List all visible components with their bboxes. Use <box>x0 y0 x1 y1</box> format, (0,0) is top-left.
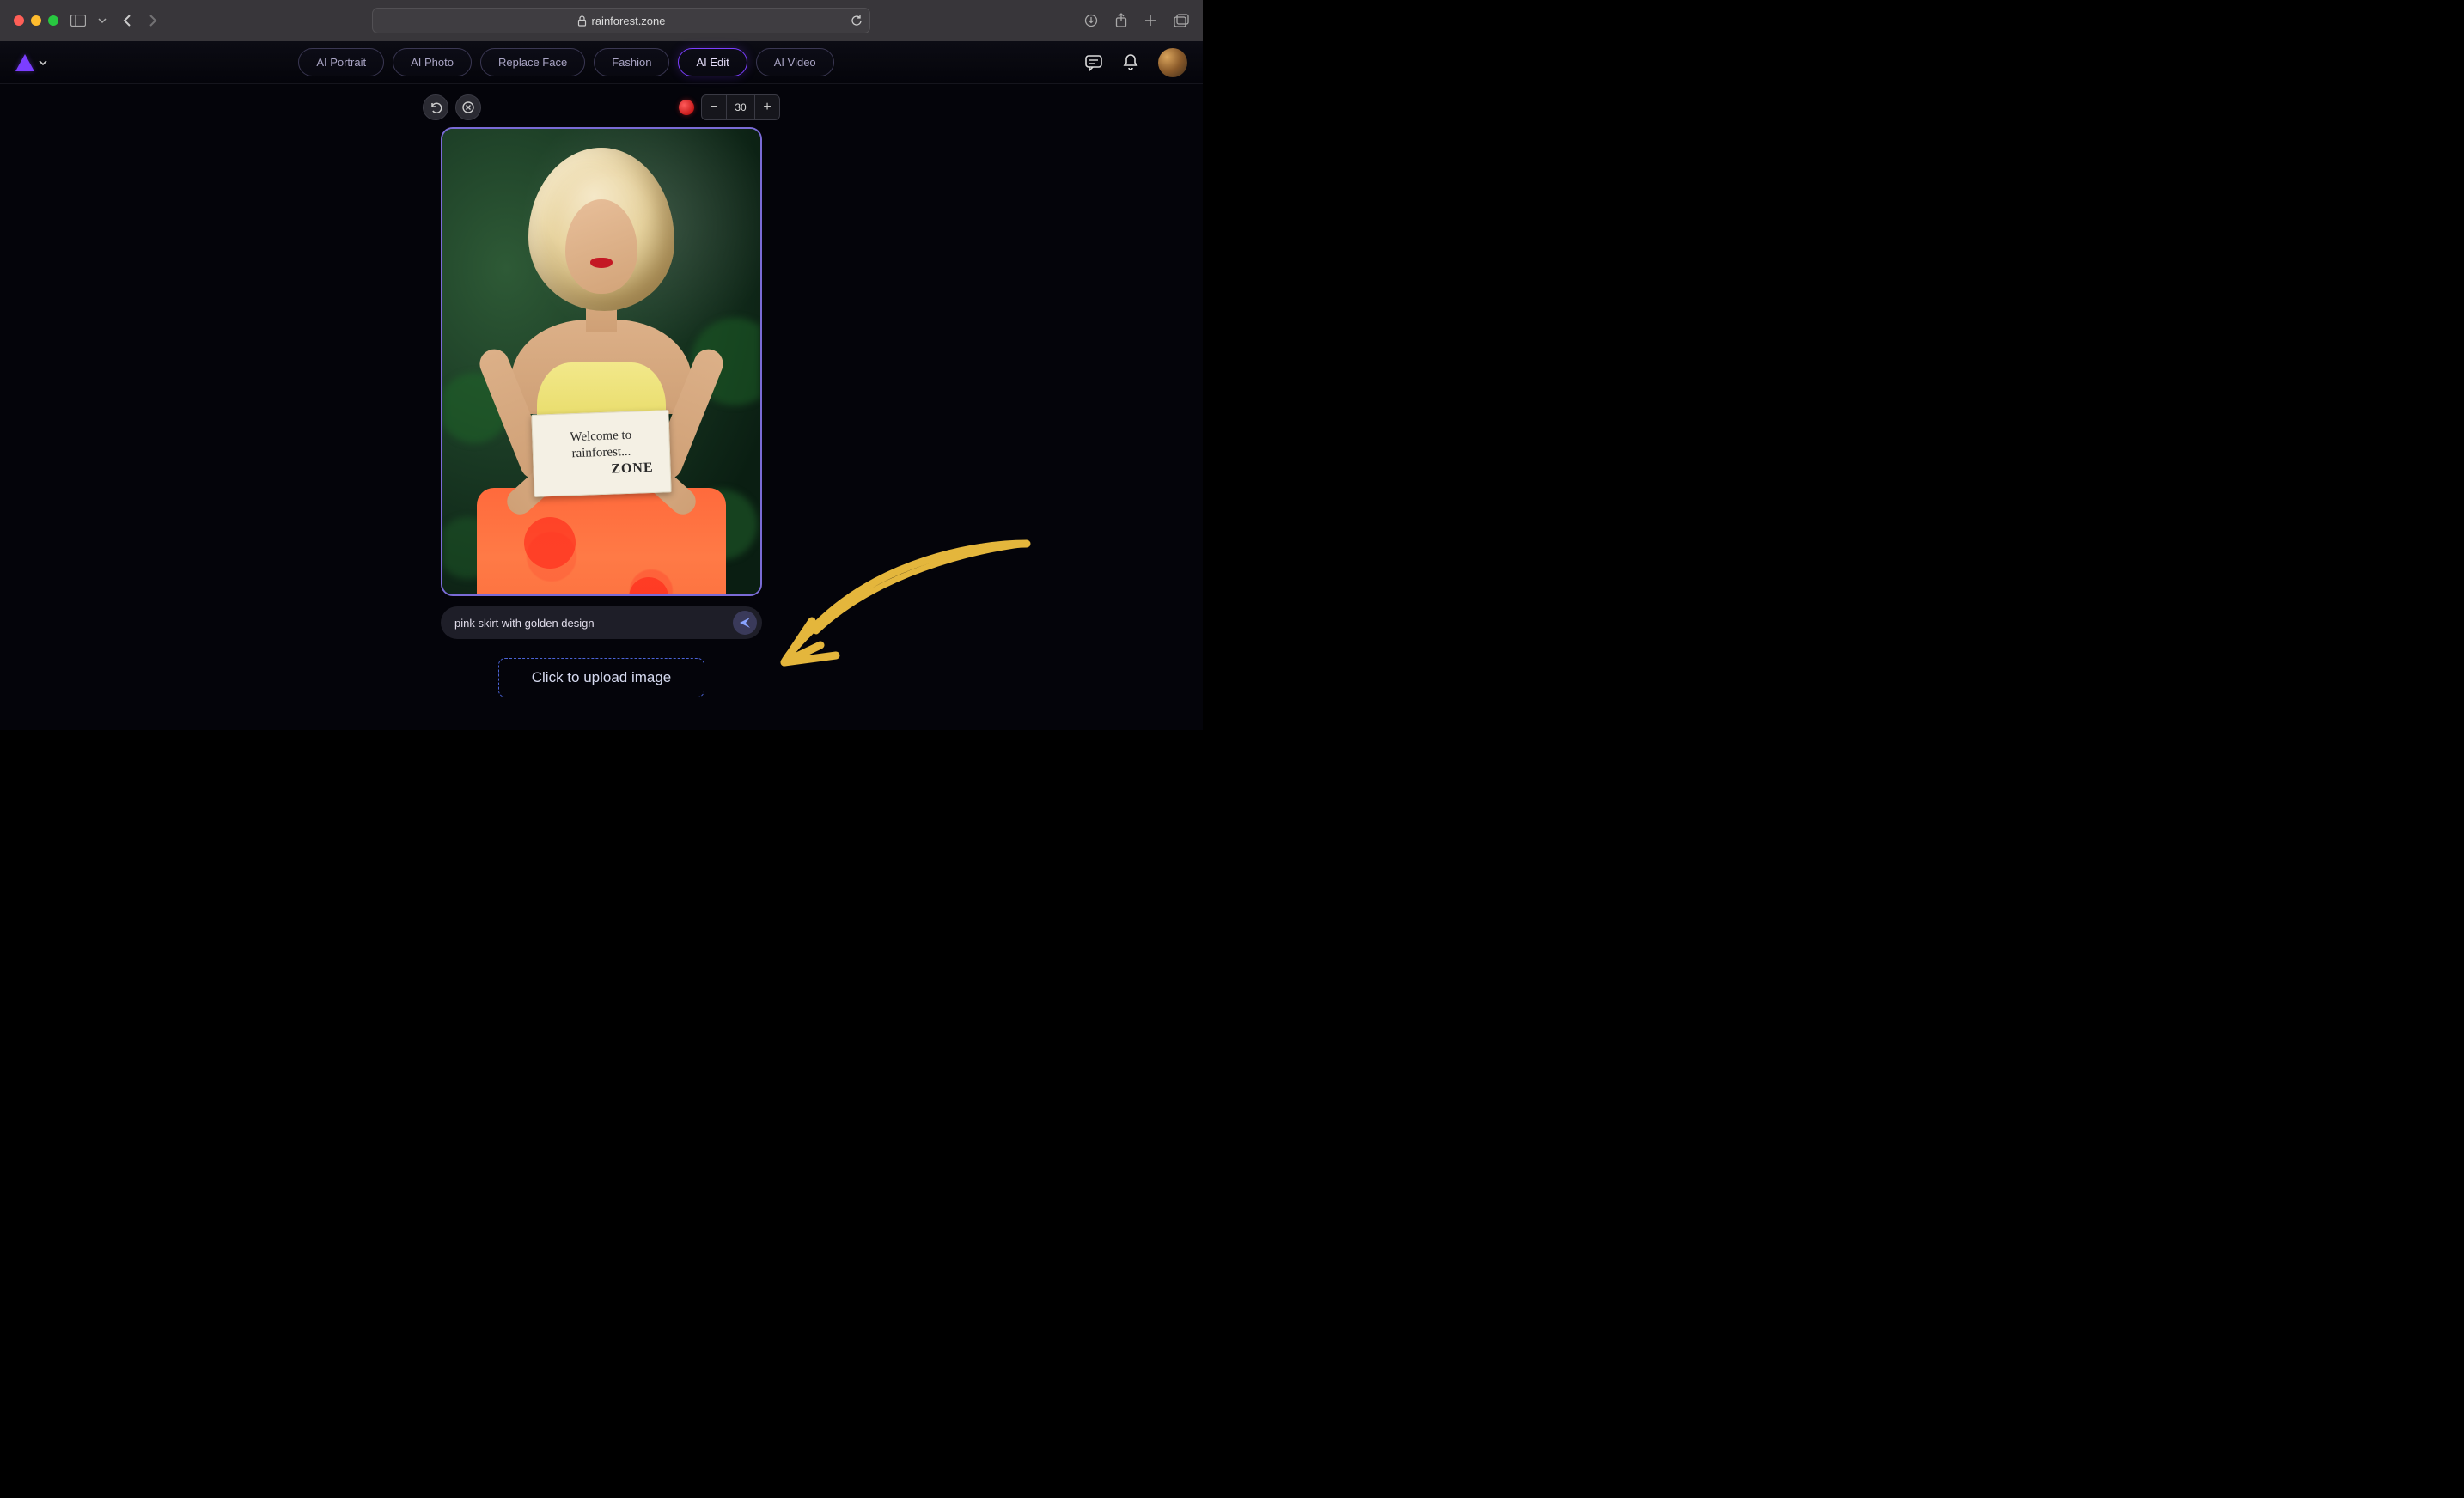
brush-increase-button[interactable]: + <box>755 95 779 119</box>
reload-icon[interactable] <box>851 15 863 27</box>
logo[interactable] <box>15 54 48 71</box>
top-nav: AI Portrait AI Photo Replace Face Fashion AI… <box>0 41 1203 84</box>
brush-size-value: 30 <box>726 95 755 119</box>
send-icon <box>738 616 752 630</box>
tabs-overview-icon[interactable] <box>1174 13 1189 28</box>
held-sign: Welcome to rainforest... ZONE <box>531 410 671 497</box>
lock-icon <box>577 15 587 27</box>
forward-icon[interactable] <box>148 14 158 27</box>
mode-tab-ai-edit[interactable]: AI Edit <box>678 48 747 76</box>
downloads-icon[interactable] <box>1084 13 1098 28</box>
brush-size-stepper: − 30 + <box>701 94 780 120</box>
share-icon[interactable] <box>1115 13 1127 28</box>
mode-tab-ai-video[interactable]: AI Video <box>756 48 834 76</box>
sign-line-3: ZONE <box>611 460 654 478</box>
sign-line-2: rainforest... <box>571 444 631 462</box>
upload-label: Click to upload image <box>532 669 672 685</box>
mask-region <box>524 517 576 569</box>
app-root: AI Portrait AI Photo Replace Face Fashion AI… <box>0 41 1203 730</box>
mode-tab-ai-photo[interactable]: AI Photo <box>393 48 472 76</box>
new-tab-icon[interactable] <box>1144 13 1156 28</box>
user-avatar[interactable] <box>1158 48 1187 77</box>
sign-line-1: Welcome to <box>570 428 631 446</box>
brush-decrease-button[interactable]: − <box>702 95 726 119</box>
mode-tab-replace-face[interactable]: Replace Face <box>480 48 585 76</box>
mode-tabs: AI Portrait AI Photo Replace Face Fashion AI… <box>48 48 1084 76</box>
mode-tab-ai-portrait[interactable]: AI Portrait <box>298 48 384 76</box>
logo-triangle-icon <box>15 54 34 71</box>
mask-dot <box>627 594 636 596</box>
mode-tab-fashion[interactable]: Fashion <box>594 48 669 76</box>
window-controls <box>14 15 58 26</box>
chevron-down-icon <box>38 58 48 68</box>
bell-icon[interactable] <box>1122 53 1139 72</box>
prompt-input[interactable] <box>454 617 733 630</box>
chevron-down-icon[interactable] <box>98 16 107 25</box>
address-bar[interactable]: rainforest.zone <box>372 8 870 33</box>
undo-button[interactable] <box>423 94 448 120</box>
edit-canvas[interactable]: Welcome to rainforest... ZONE <box>441 127 762 596</box>
canvas-controls: − 30 + <box>0 84 1203 120</box>
browser-chrome: rainforest.zone <box>0 0 1203 41</box>
url-text: rainforest.zone <box>592 15 666 27</box>
minimize-window-icon[interactable] <box>31 15 41 26</box>
send-button[interactable] <box>733 611 757 635</box>
back-icon[interactable] <box>122 14 132 27</box>
subject-figure: Welcome to rainforest... ZONE <box>490 148 713 594</box>
sidebar-toggle-icon[interactable] <box>70 15 86 27</box>
maximize-window-icon[interactable] <box>48 15 58 26</box>
clear-button[interactable] <box>455 94 481 120</box>
close-window-icon[interactable] <box>14 15 24 26</box>
chat-icon[interactable] <box>1084 53 1103 72</box>
upload-image-button[interactable]: Click to upload image <box>498 658 705 697</box>
brush-color-icon[interactable] <box>679 100 694 115</box>
prompt-bar <box>441 606 762 639</box>
